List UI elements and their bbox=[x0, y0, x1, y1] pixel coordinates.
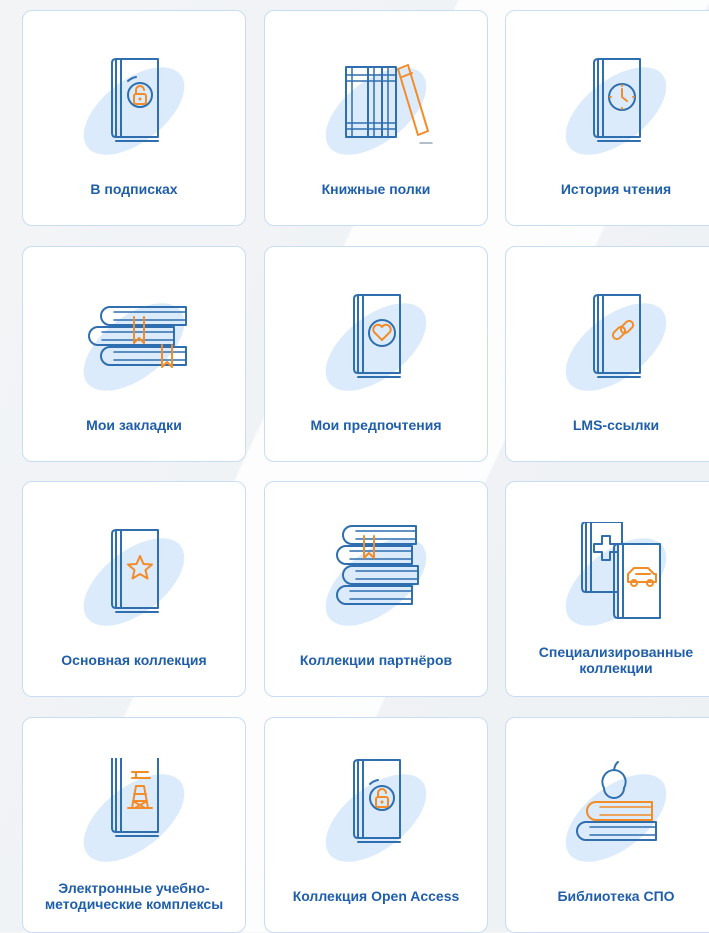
bookshelf-icon bbox=[345, 64, 433, 144]
book-open-lock-icon bbox=[353, 759, 401, 843]
book-link-icon bbox=[593, 294, 641, 378]
card-open-access[interactable]: Коллекция Open Access bbox=[264, 717, 488, 933]
books-bookmark-icon bbox=[88, 306, 187, 368]
card-teaching-complexes[interactable]: Электронные учебно-методические комплекс… bbox=[22, 717, 246, 933]
card-label: Мои закладки bbox=[86, 417, 182, 433]
card-label: Специализированные коллекции bbox=[538, 644, 694, 676]
card-lms-links[interactable]: LMS-ссылки bbox=[505, 246, 709, 462]
book-clock-icon bbox=[593, 58, 641, 142]
book-stack-icon bbox=[336, 525, 419, 605]
card-label: Коллекции партнёров bbox=[299, 652, 453, 668]
book-oil-rig-icon bbox=[111, 758, 159, 837]
card-label: LMS-ссылки bbox=[572, 417, 660, 433]
card-label: История чтения bbox=[560, 181, 672, 197]
card-reading-history[interactable]: История чтения bbox=[505, 10, 709, 226]
card-specialized-collections[interactable]: Специализированные коллекции bbox=[505, 481, 709, 697]
book-heart-icon bbox=[353, 294, 401, 378]
card-label: Электронные учебно-методические комплекс… bbox=[44, 880, 224, 912]
card-label: В подписках bbox=[90, 181, 178, 197]
card-bookshelves[interactable]: Книжные полки bbox=[264, 10, 488, 226]
card-spo-library[interactable]: Библиотека СПО bbox=[505, 717, 709, 933]
card-main-collection[interactable]: Основная коллекция bbox=[22, 481, 246, 697]
book-star-icon bbox=[111, 529, 159, 613]
card-subscriptions[interactable]: В подписках bbox=[22, 10, 246, 226]
card-label: Коллекция Open Access bbox=[292, 888, 460, 904]
card-label: Книжные полки bbox=[321, 181, 431, 197]
book-lock-icon bbox=[111, 58, 159, 142]
card-label: Мои предпочтения bbox=[310, 417, 442, 433]
medical-auto-books-icon bbox=[581, 522, 661, 619]
card-preferences[interactable]: Мои предпочтения bbox=[264, 246, 488, 462]
card-bookmarks[interactable]: Мои закладки bbox=[22, 246, 246, 462]
books-apple-icon bbox=[576, 761, 657, 841]
card-label: Основная коллекция bbox=[61, 652, 207, 668]
card-partner-collections[interactable]: Коллекции партнёров bbox=[264, 481, 488, 697]
card-label: Библиотека СПО bbox=[557, 888, 675, 904]
